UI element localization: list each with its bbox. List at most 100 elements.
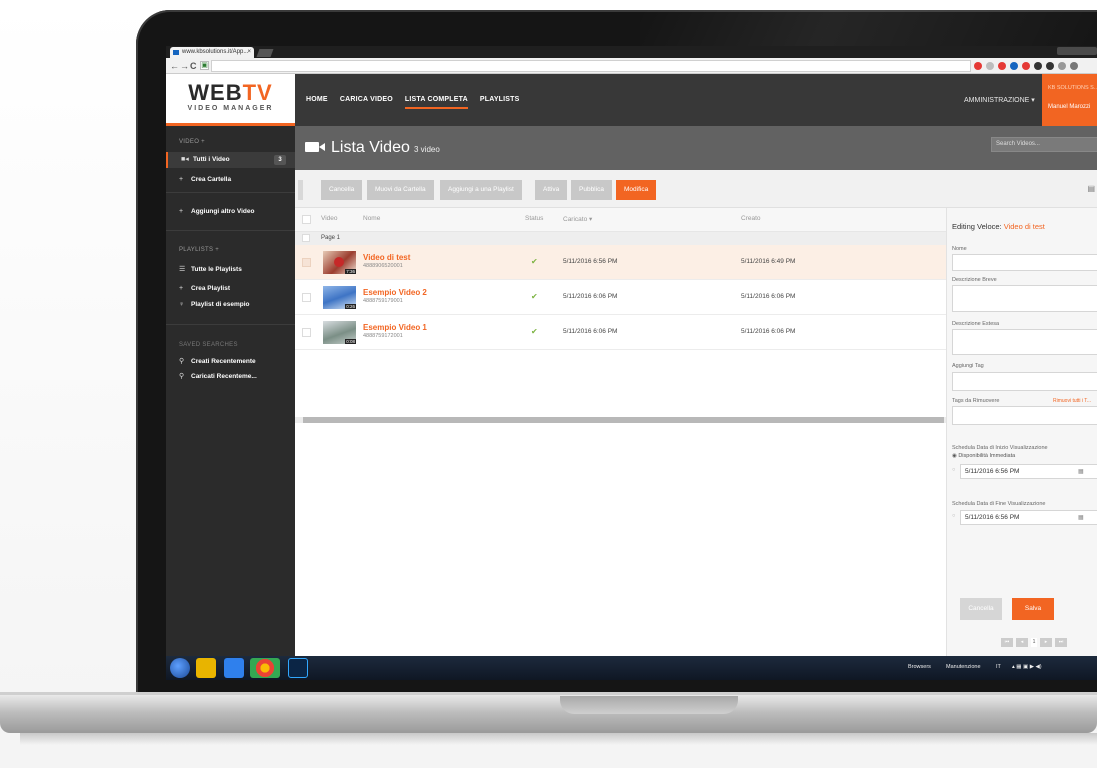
tray-browsers[interactable]: Browsers <box>908 664 931 670</box>
cancel-button[interactable]: Cancella <box>960 598 1002 620</box>
remove-tags-field[interactable] <box>952 406 1097 425</box>
sidebar-heading-video[interactable]: VIDEO + <box>179 139 205 145</box>
sidebar-item-all-videos[interactable]: ■◂ Tutti i Video 3 <box>166 152 295 168</box>
language-indicator[interactable]: IT <box>996 664 1001 670</box>
edit-button[interactable]: Modifica <box>616 180 657 200</box>
browser-toolbar: ← → C ▣ <box>166 58 1097 74</box>
page-number[interactable]: 1 <box>1031 638 1037 647</box>
address-bar[interactable] <box>211 60 971 72</box>
video-title-link[interactable]: Video di test <box>363 253 410 262</box>
tray-maintenance[interactable]: Manutenzione <box>946 664 981 670</box>
last-page-button[interactable]: ⏭ <box>1055 638 1067 647</box>
grid-view-icon[interactable]: ▤ <box>1087 184 1095 193</box>
select-all-checkbox[interactable] <box>302 215 311 224</box>
list-icon: ☰ <box>179 266 186 273</box>
sidebar-item-create-playlist[interactable]: + Crea Playlist <box>166 281 295 297</box>
nav-home[interactable]: HOME <box>306 96 328 109</box>
start-date-radio[interactable]: ○ <box>952 467 955 473</box>
page-checkbox[interactable] <box>302 234 310 242</box>
add-tag-field[interactable] <box>952 372 1097 391</box>
column-uploaded[interactable]: Caricato ▾ <box>563 215 592 223</box>
sidebar-item-all-playlists[interactable]: ☰ Tutte le Playlists <box>166 262 295 278</box>
file-explorer-icon[interactable] <box>196 658 216 678</box>
lightbulb-icon: ♀ <box>179 301 185 308</box>
reload-icon[interactable]: C <box>190 59 197 73</box>
video-thumbnail[interactable]: 0:08 <box>323 321 356 344</box>
end-date-radio[interactable]: ○ <box>952 513 955 519</box>
delete-button[interactable]: Cancella <box>321 180 363 200</box>
sidebar-item-add-video[interactable]: + Aggiungi altro Video <box>166 204 295 220</box>
forward-icon[interactable]: → <box>180 59 189 73</box>
chrome-icon[interactable] <box>250 658 280 678</box>
teamviewer-icon[interactable] <box>224 658 244 678</box>
long-description-field[interactable] <box>952 329 1097 355</box>
column-status[interactable]: Status <box>525 215 543 222</box>
extension-icon[interactable] <box>1046 62 1054 70</box>
name-label: Nome <box>952 246 967 252</box>
video-title-link[interactable]: Esempio Video 1 <box>363 323 427 332</box>
horizontal-scrollbar[interactable] <box>295 417 946 423</box>
sidebar-item-sample-playlist[interactable]: ♀ Playlist di esempio <box>166 297 295 313</box>
prev-page-button[interactable]: ◂ <box>1016 638 1028 647</box>
activate-button[interactable]: Attiva <box>535 180 568 200</box>
table-row[interactable]: 0:08 Esempio Video 1 4888759172001 ✔ 5/1… <box>295 315 946 350</box>
photoshop-icon[interactable] <box>288 658 308 678</box>
start-date-input[interactable]: 5/11/2016 6:56 PM <box>960 464 1097 479</box>
scrollbar-thumb[interactable] <box>303 417 944 423</box>
new-tab-button[interactable] <box>256 49 274 57</box>
sidebar-heading-playlists[interactable]: PLAYLISTS + <box>179 247 219 253</box>
short-description-field[interactable] <box>952 285 1097 312</box>
sidebar-item-label: Crea Cartella <box>191 176 232 183</box>
extension-icon[interactable] <box>1010 62 1018 70</box>
search-input[interactable]: Search Videos... <box>991 137 1097 152</box>
close-icon[interactable]: × <box>247 47 251 58</box>
remove-all-tags-link[interactable]: Rimuovi tutti i T... <box>1053 398 1091 404</box>
sidebar-item-recent-created[interactable]: ⚲ Creati Recentemente <box>166 354 295 370</box>
nav-playlists[interactable]: PLAYLISTS <box>480 96 520 109</box>
column-created[interactable]: Creato <box>741 215 761 222</box>
first-page-button[interactable]: ⏮ <box>1001 638 1013 647</box>
table-row[interactable]: 0:26 Esempio Video 2 4888759179001 ✔ 5/1… <box>295 280 946 315</box>
extension-icon[interactable] <box>998 62 1006 70</box>
video-thumbnail[interactable]: 7:36 <box>323 251 356 274</box>
name-field[interactable] <box>952 254 1097 271</box>
sidebar-item-recent-uploaded[interactable]: ⚲ Caricati Recenteme... <box>166 369 295 385</box>
pagination: ⏮ ◂ 1 ▸ ⏭ <box>1001 638 1067 647</box>
action-toolbar: Cancella Muovi da Cartella Aggiungi a un… <box>295 170 1097 208</box>
extension-pinterest-icon[interactable] <box>974 62 982 70</box>
nav-upload-video[interactable]: CARICA VIDEO <box>340 96 393 109</box>
row-checkbox[interactable] <box>302 293 311 302</box>
row-checkbox[interactable] <box>302 258 311 267</box>
calendar-icon[interactable]: ▦ <box>1078 468 1084 475</box>
move-folder-button[interactable]: Muovi da Cartella <box>367 180 434 200</box>
extension-icon[interactable] <box>1058 62 1066 70</box>
publish-button[interactable]: Pubblica <box>571 180 612 200</box>
sidebar-item-create-folder[interactable]: + Crea Cartella <box>166 172 295 188</box>
extension-icon[interactable] <box>1034 62 1042 70</box>
immediate-availability-radio[interactable]: ◉ Disponibilità Immediata <box>952 453 1015 459</box>
admin-menu[interactable]: AMMINISTRAZIONE ▾ <box>964 96 1035 104</box>
browser-tab[interactable]: www.kbsolutions.it/App... × <box>170 47 254 58</box>
next-page-button[interactable]: ▸ <box>1040 638 1052 647</box>
add-to-playlist-button[interactable]: Aggiungi a una Playlist <box>440 180 522 200</box>
menu-icon[interactable] <box>1070 62 1078 70</box>
table-row[interactable]: 7:36 Video di test 4888906520001 ✔ 5/11/… <box>295 245 946 280</box>
video-title-link[interactable]: Esempio Video 2 <box>363 288 427 297</box>
calendar-icon[interactable]: ▦ <box>1078 514 1084 521</box>
video-thumbnail[interactable]: 0:26 <box>323 286 356 309</box>
user-account[interactable]: KB SOLUTIONS S... Manuel Marozzi <box>1042 74 1097 126</box>
end-date-input[interactable]: 5/11/2016 6:56 PM <box>960 510 1097 525</box>
row-checkbox[interactable] <box>302 328 311 337</box>
main-content: Lista Video 3 video Search Videos... Can… <box>295 126 1097 656</box>
back-icon[interactable]: ← <box>170 59 179 73</box>
column-name[interactable]: Nome <box>363 215 380 222</box>
start-button[interactable] <box>170 658 190 678</box>
logo[interactable]: WEBTV VIDEO MANAGER <box>166 74 295 126</box>
extension-icon[interactable] <box>1022 62 1030 70</box>
extension-icon[interactable] <box>986 62 994 70</box>
window-controls[interactable] <box>1057 47 1097 55</box>
system-tray-icons[interactable]: ▴ ▦ ▣ ▶ ◀) <box>1012 664 1042 670</box>
nav-full-list[interactable]: LISTA COMPLETA <box>404 96 468 109</box>
drag-handle[interactable] <box>298 180 303 200</box>
save-button[interactable]: Salva <box>1012 598 1054 620</box>
